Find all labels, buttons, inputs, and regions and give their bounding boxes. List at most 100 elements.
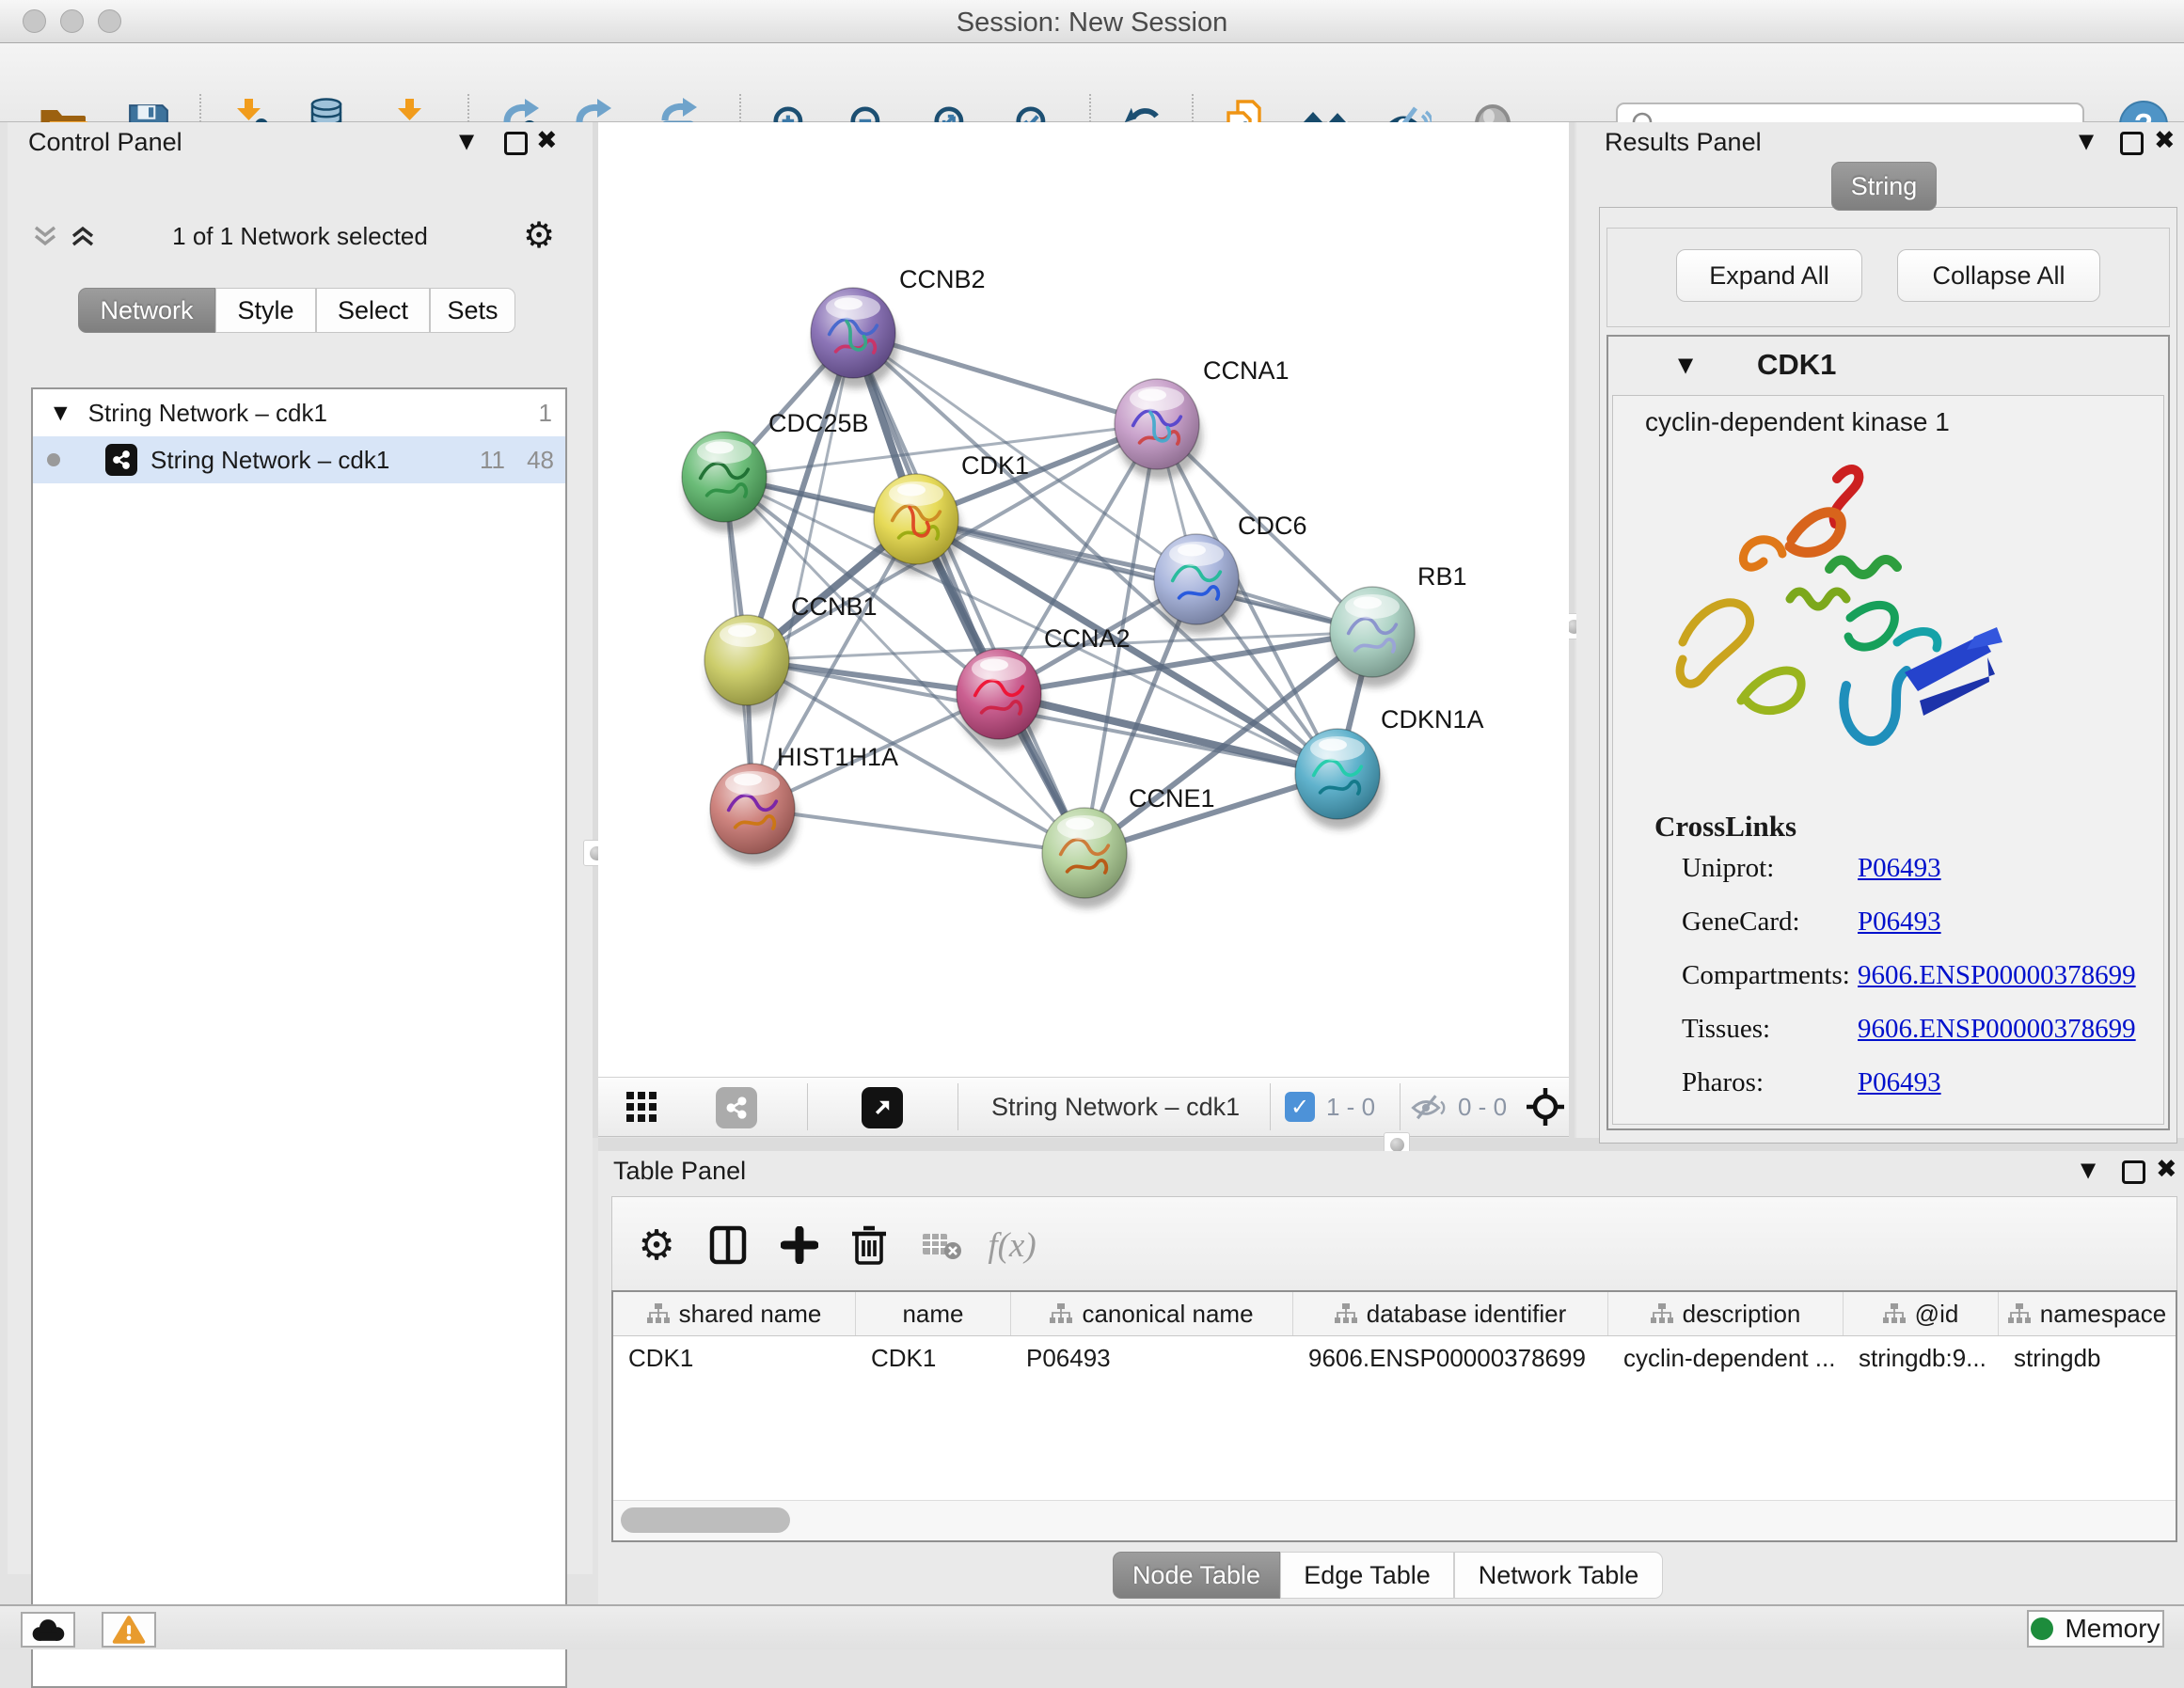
tissues-link[interactable]: 9606.ENSP00000378699 [1858, 1014, 2136, 1045]
table-panel-title: Table Panel [613, 1157, 746, 1186]
network-row-selected[interactable]: String Network – cdk1 11 48 [33, 436, 565, 483]
collection-expand-icon[interactable]: ▼ [54, 402, 68, 423]
float-panel-icon[interactable] [2120, 132, 2144, 155]
tab-edge-table[interactable]: Edge Table [1280, 1552, 1454, 1599]
node-table[interactable]: shared name name canonical name database… [611, 1290, 2177, 1542]
expand-collapse-box: Expand All Collapse All [1606, 228, 2170, 327]
close-panel-icon[interactable]: ✖ [536, 128, 558, 153]
protein-result-card: ▼ CDK1 cyclin-dependent kinase 1 CrossLi… [1606, 335, 2170, 1130]
column-header-name[interactable]: name [856, 1292, 1011, 1335]
table-row[interactable]: CDK1 CDK1 P06493 9606.ENSP00000378699 cy… [613, 1336, 2176, 1380]
tree-icon [1050, 1303, 1072, 1324]
compartments-link[interactable]: 9606.ENSP00000378699 [1858, 960, 2136, 991]
collapse-all-button[interactable]: Collapse All [1897, 249, 2100, 302]
tab-network[interactable]: Network [78, 288, 215, 333]
create-column-button[interactable] [774, 1220, 825, 1270]
protein-description: cyclin-dependent kinase 1 [1645, 407, 1950, 437]
panel-menu-icon[interactable]: ▼ [459, 130, 474, 152]
grid-view-icon[interactable] [625, 1091, 659, 1125]
current-network-dot [47, 453, 60, 466]
node-label-HIST1H1A: HIST1H1A [777, 743, 898, 771]
toolbar-separator [1400, 1083, 1401, 1130]
protein-name: CDK1 [1757, 348, 1836, 382]
delete-column-button[interactable] [844, 1220, 894, 1270]
tab-sets[interactable]: Sets [430, 288, 515, 333]
hidden-node-edge-count: 0 - 0 [1458, 1078, 1507, 1136]
float-panel-icon[interactable] [504, 132, 528, 155]
network-view-toolbar: String Network – cdk1 ✓ 1 - 0 0 - 0 [598, 1077, 1569, 1137]
network-canvas[interactable]: CCNB2CCNA1CDC25BCDK1CDC6RB1CCNB1CCNA2CDK… [598, 122, 1569, 1077]
tab-network-table[interactable]: Network Table [1454, 1552, 1663, 1599]
column-header-id[interactable]: @id [1844, 1292, 1999, 1335]
network-selection-status: 1 of 1 Network selected [8, 222, 593, 251]
memory-button[interactable]: Memory [2027, 1610, 2164, 1648]
toolbar-separator [957, 1083, 958, 1130]
protein-structure-image [1651, 449, 2046, 798]
network-type-badge [105, 444, 137, 476]
node-label-CCNA1: CCNA1 [1203, 356, 1290, 385]
network-badge-icon[interactable] [716, 1087, 757, 1128]
tree-icon [1335, 1303, 1357, 1324]
network-list: ▼ String Network – cdk1 1 String Network… [31, 387, 567, 1688]
tab-string[interactable]: String [1831, 162, 1937, 211]
column-header-description[interactable]: description [1608, 1292, 1844, 1335]
trash-icon [850, 1224, 888, 1266]
genecard-link[interactable]: P06493 [1858, 907, 1941, 938]
network-options-gear-icon[interactable]: ⚙ [523, 214, 555, 256]
column-header-canonical-name[interactable]: canonical name [1011, 1292, 1293, 1335]
protein-expand-icon[interactable]: ▼ [1678, 354, 1693, 376]
column-header-namespace[interactable]: namespace [1999, 1292, 2176, 1335]
tab-select[interactable]: Select [316, 288, 430, 333]
node-label-CCNB2: CCNB2 [899, 265, 986, 293]
network-graph[interactable]: CCNB2CCNA1CDC25BCDK1CDC6RB1CCNB1CCNA2CDK… [598, 122, 1569, 1077]
show-columns-button[interactable] [703, 1220, 753, 1270]
panel-menu-icon[interactable]: ▼ [2081, 1159, 2096, 1181]
selected-node-edge-count: 1 - 0 [1326, 1078, 1375, 1136]
open-in-window-icon[interactable] [862, 1087, 903, 1128]
uniprot-link[interactable]: P06493 [1858, 853, 1941, 884]
node-label-RB1: RB1 [1417, 562, 1467, 591]
column-header-database-identifier[interactable]: database identifier [1293, 1292, 1608, 1335]
float-panel-icon[interactable] [2122, 1160, 2145, 1184]
tree-icon [647, 1303, 670, 1324]
panel-menu-icon[interactable]: ▼ [2079, 130, 2094, 152]
cloud-status-button[interactable] [21, 1612, 75, 1648]
crosslinks-title: CrossLinks [1654, 810, 1796, 844]
tab-style[interactable]: Style [215, 288, 316, 333]
delete-table-button-disabled [917, 1220, 968, 1270]
table-options-button[interactable]: ⚙ [631, 1220, 682, 1270]
pharos-link[interactable]: P06493 [1858, 1067, 1941, 1098]
network-view-title: String Network – cdk1 [991, 1078, 1240, 1136]
control-panel-title: Control Panel [28, 128, 182, 157]
warning-icon [112, 1615, 146, 1645]
node-label-CDK1: CDK1 [961, 451, 1029, 480]
columns-icon [708, 1225, 748, 1265]
close-panel-icon[interactable]: ✖ [2154, 128, 2176, 153]
node-count: 11 [480, 446, 505, 475]
memory-label: Memory [2065, 1614, 2160, 1644]
expand-all-button[interactable]: Expand All [1676, 249, 1862, 302]
window-title: Session: New Session [0, 8, 2184, 39]
table-horizontal-scrollbar[interactable] [613, 1500, 2176, 1540]
tab-node-table[interactable]: Node Table [1113, 1552, 1280, 1599]
collection-name: String Network – cdk1 [88, 399, 327, 428]
network-collection-row[interactable]: ▼ String Network – cdk1 1 [33, 389, 565, 436]
warnings-button[interactable] [102, 1612, 156, 1648]
title-bar: Session: New Session [0, 0, 2184, 43]
edge-count: 48 [527, 446, 554, 475]
column-header-shared-name[interactable]: shared name [613, 1292, 856, 1335]
results-panel-title: Results Panel [1605, 128, 1762, 157]
cloud-icon [29, 1617, 67, 1643]
control-panel-tabs: Network Style Select Sets [78, 288, 515, 333]
protein-details: cyclin-dependent kinase 1 CrossLinks Uni… [1612, 395, 2164, 1125]
birdseye-crosshair-icon[interactable] [1526, 1087, 1565, 1127]
node-label-CCNE1: CCNE1 [1129, 784, 1215, 812]
share-network-icon [111, 450, 132, 470]
close-panel-icon[interactable]: ✖ [2156, 1157, 2177, 1182]
node-label-CDC25B: CDC25B [768, 409, 869, 437]
delete-table-icon [921, 1226, 964, 1264]
tree-icon [1883, 1303, 1906, 1324]
function-builder-button-disabled: f(x) [987, 1220, 1037, 1270]
scrollbar-thumb[interactable] [621, 1507, 790, 1533]
selected-count-checkbox[interactable]: ✓ [1285, 1092, 1315, 1122]
